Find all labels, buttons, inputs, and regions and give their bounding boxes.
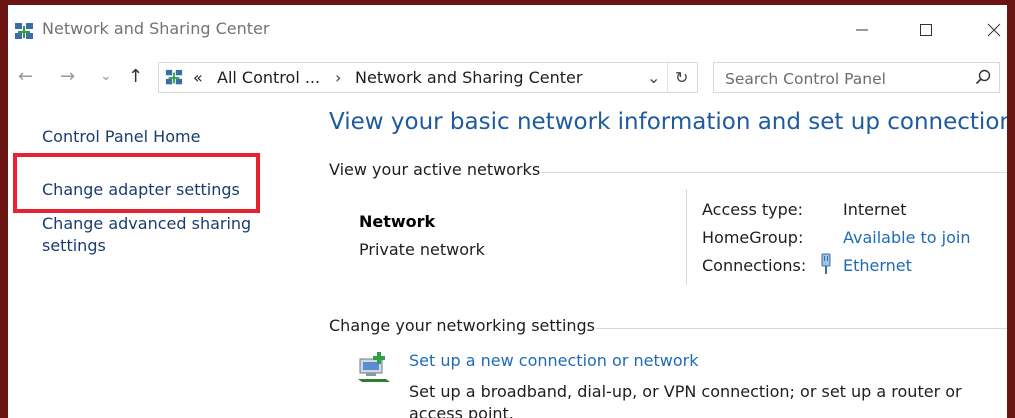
search-input[interactable] xyxy=(714,63,972,94)
search-icon[interactable] xyxy=(975,69,991,89)
navigation-bar: ← → ⌄ ↑ « All Control ... › Network and … xyxy=(8,60,1007,96)
search-box[interactable] xyxy=(713,62,1000,94)
minimize-icon xyxy=(856,29,868,31)
homegroup-label: HomeGroup: xyxy=(702,228,804,247)
ethernet-link[interactable]: Ethernet xyxy=(843,256,912,275)
breadcrumb-network-sharing[interactable]: Network and Sharing Center xyxy=(355,68,582,87)
control-panel-home-link[interactable]: Control Panel Home xyxy=(42,126,200,148)
title-bar: Network and Sharing Center xyxy=(8,5,1007,55)
connections-label: Connections: xyxy=(702,256,807,275)
new-connection-icon xyxy=(356,349,392,389)
recent-locations-button[interactable]: ⌄ xyxy=(100,68,112,84)
access-type-value: Internet xyxy=(843,200,907,219)
maximize-button[interactable] xyxy=(906,15,946,45)
close-button[interactable] xyxy=(974,15,1007,45)
access-type-label: Access type: xyxy=(702,200,803,219)
network-divider xyxy=(686,189,687,285)
up-button[interactable]: ↑ xyxy=(128,66,143,87)
homegroup-link[interactable]: Available to join xyxy=(843,228,970,247)
network-name: Network xyxy=(359,212,436,231)
setup-connection-link[interactable]: Set up a new connection or network xyxy=(409,351,698,370)
change-advanced-sharing-link[interactable]: Change advanced sharing settings xyxy=(42,213,267,257)
breadcrumb-overflow[interactable]: « xyxy=(193,68,203,87)
address-bar[interactable]: « All Control ... › Network and Sharing … xyxy=(158,62,698,93)
change-settings-heading: Change your networking settings xyxy=(329,316,596,335)
address-dropdown-button[interactable]: ⌄ xyxy=(647,68,660,87)
address-divider xyxy=(667,63,668,92)
network-sharing-window: Network and Sharing Center ← → ⌄ ↑ « All… xyxy=(8,5,1007,418)
section-divider xyxy=(596,328,1007,329)
forward-button[interactable]: → xyxy=(60,66,75,87)
network-type[interactable]: Private network xyxy=(359,240,485,259)
minimize-button[interactable] xyxy=(842,15,882,45)
highlight-box xyxy=(13,153,260,213)
close-icon xyxy=(987,23,1001,37)
window-title: Network and Sharing Center xyxy=(42,19,270,38)
network-center-icon xyxy=(165,69,183,91)
page-title: View your basic network information and … xyxy=(329,109,1007,135)
breadcrumb-all-control-panel[interactable]: All Control ... xyxy=(217,68,320,87)
active-networks-heading: View your active networks xyxy=(329,160,541,179)
ethernet-icon xyxy=(819,253,833,279)
back-button[interactable]: ← xyxy=(18,66,33,87)
section-divider xyxy=(541,172,1007,173)
maximize-icon xyxy=(920,24,932,36)
refresh-button[interactable]: ↻ xyxy=(675,68,688,87)
setup-connection-description: Set up a broadband, dial-up, or VPN conn… xyxy=(409,382,962,418)
breadcrumb-separator[interactable]: › xyxy=(335,68,341,87)
network-center-icon xyxy=(14,22,34,46)
